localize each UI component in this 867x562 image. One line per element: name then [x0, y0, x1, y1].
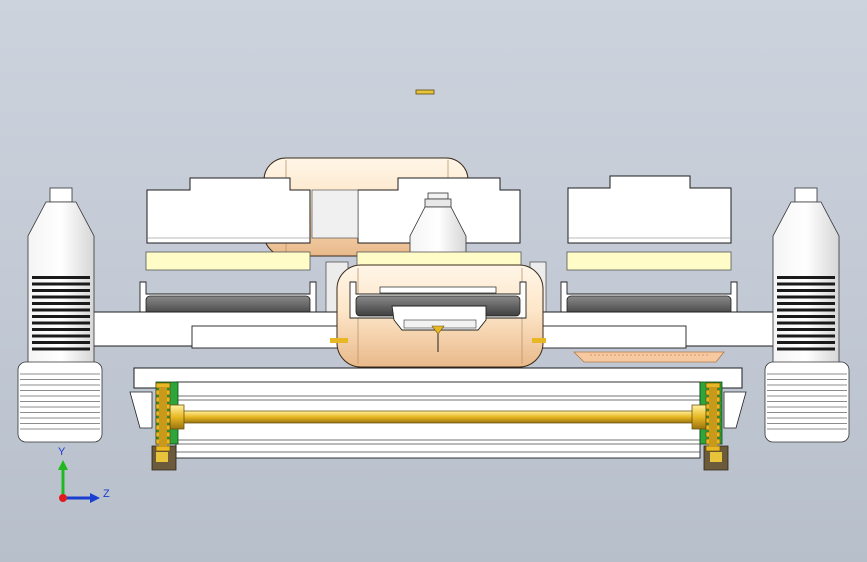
assembly-drawing[interactable]: Y Z: [0, 0, 867, 562]
canister-right: [764, 361, 850, 443]
yellow-pad-right: [566, 251, 732, 271]
cad-viewport[interactable]: Y Z: [0, 0, 867, 562]
canister-left: [17, 361, 103, 443]
triad-origin: [59, 494, 67, 502]
gripper-block-left[interactable]: [146, 177, 311, 244]
yellow-pad-left: [145, 251, 311, 271]
gripper-block-right[interactable]: [567, 175, 732, 244]
bottle-right[interactable]: [772, 187, 840, 371]
z-axis-label: Z: [103, 488, 110, 500]
small-floating-part: [415, 89, 435, 95]
y-axis-label: Y: [58, 446, 66, 458]
coordinate-triad: Y Z: [58, 446, 110, 503]
bottle-left[interactable]: [27, 187, 95, 371]
peach-tray: [573, 351, 725, 363]
